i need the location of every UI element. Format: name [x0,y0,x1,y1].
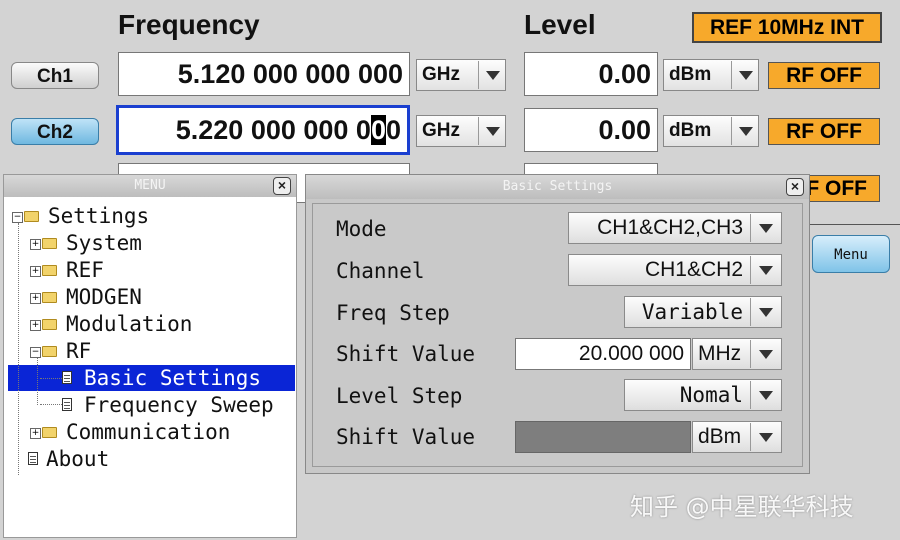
tree-item-label: Communication [66,420,231,444]
tree-item-label: Basic Settings [84,366,262,390]
ch1-level-field[interactable]: 0.00 [524,52,658,96]
shift-value-unit-select[interactable]: MHz [692,338,782,370]
chevron-down-icon [750,423,781,451]
folder-icon [42,292,57,303]
chevron-down-icon [750,381,781,409]
folder-icon [42,319,57,330]
close-icon[interactable]: × [786,178,804,196]
tree-item-label: REF [66,258,104,282]
shift-value-level-unit-select[interactable]: dBm [692,421,782,453]
chevron-down-icon [750,256,781,284]
expand-icon[interactable]: + [30,266,41,277]
ch2-frequency-digits-tail: 0 [385,115,401,145]
ch1-frequency-unit-select[interactable]: GHz [416,59,506,91]
ch2-rf-off-button[interactable]: RF OFF [768,118,880,145]
shift-value-label: Shift Value [336,342,476,366]
menu-title: MENU [134,178,166,193]
mode-label: Mode [336,217,387,241]
ch2-level-field[interactable]: 0.00 [524,108,658,152]
ch1-level-unit-value: dBm [669,64,712,85]
document-icon [62,398,72,411]
folder-open-icon [42,346,57,357]
chevron-down-icon [478,117,505,145]
ch1-level-unit-select[interactable]: dBm [663,59,759,91]
ch1-rf-off-button[interactable]: RF OFF [768,62,880,89]
ref-status-button[interactable]: REF 10MHz INT [692,12,882,43]
chevron-down-icon [478,61,505,89]
channel-select[interactable]: CH1&CH2 [568,254,782,286]
tree-item-label: RF [66,339,92,363]
folder-icon [42,238,57,249]
level-step-select[interactable]: Nomal [624,379,782,411]
tree-item-label: System [66,231,142,255]
tree-item-label: About [46,447,110,471]
ch2-level-unit-value: dBm [669,120,712,141]
tree-line [40,404,62,405]
chevron-down-icon [731,61,758,89]
shift-value-level-unit: dBm [698,425,742,448]
level-step-label: Level Step [336,384,463,408]
basic-settings-window: Basic Settings × Mode CH1&CH2,CH3 Channe… [305,174,810,474]
channel-label: Channel [336,259,425,283]
folder-icon [42,265,57,276]
basic-settings-title: Basic Settings [502,179,613,194]
expand-icon[interactable]: + [30,428,41,439]
collapse-icon[interactable]: − [30,347,41,358]
divider-line [810,224,900,225]
shift-value-input[interactable]: 20.000 000 [515,338,691,370]
expand-icon[interactable]: + [30,239,41,250]
tree-line [37,357,38,405]
tree-line [18,223,19,475]
freq-step-select[interactable]: Variable [624,296,782,328]
watermark-text: 知乎 @中星联华科技 [630,493,854,521]
chevron-down-icon [750,298,781,326]
freq-step-label: Freq Step [336,301,450,325]
tree-line [40,378,62,379]
close-icon[interactable]: × [273,177,291,195]
tree-item-label: MODGEN [66,285,142,309]
chevron-down-icon [731,117,758,145]
ch1-frequency-unit-value: GHz [422,64,460,85]
ch2-level-unit-select[interactable]: dBm [663,115,759,147]
ch2-frequency-field[interactable]: 5.220 000 000 000 [117,106,409,154]
ch3-rf-off-label: F OFF [806,177,867,200]
tree-item-label: Settings [48,204,150,228]
document-icon [28,452,38,465]
ch2-frequency-unit-value: GHz [422,120,460,141]
ch2-frequency-digits: 5.220 000 000 0 [175,115,371,145]
folder-icon [42,427,57,438]
document-icon [62,371,72,384]
tree-item-label: Modulation [66,312,193,336]
ch1-button[interactable]: Ch1 [11,62,99,89]
ch2-button[interactable]: Ch2 [11,118,99,145]
ch1-frequency-field[interactable]: 5.120 000 000 000 [118,52,410,96]
menu-window: MENU × − Settings + System + REF + MODGE… [3,174,297,538]
frequency-header: Frequency [118,9,260,40]
menu-button[interactable]: Menu [812,235,890,273]
collapse-icon[interactable]: − [12,212,23,223]
menu-titlebar: MENU × [4,175,296,197]
tree-item-label: Frequency Sweep [84,393,274,417]
ch2-frequency-unit-select[interactable]: GHz [416,115,506,147]
text-cursor-digit: 0 [370,115,386,145]
shift-value-unit: MHz [698,342,742,365]
folder-icon [24,211,39,222]
basic-settings-titlebar: Basic Settings × [306,175,809,199]
level-header: Level [524,9,596,40]
expand-icon[interactable]: + [30,320,41,331]
shift-value-level-label: Shift Value [336,425,476,449]
chevron-down-icon [750,214,781,242]
shift-value-level-input [515,421,691,453]
level-step-value: Nomal [679,383,743,407]
chevron-down-icon [750,340,781,368]
expand-icon[interactable]: + [30,293,41,304]
mode-value: CH1&CH2,CH3 [597,216,743,239]
channel-value: CH1&CH2 [644,258,743,281]
freq-step-value: Variable [641,300,743,324]
mode-select[interactable]: CH1&CH2,CH3 [568,212,782,244]
